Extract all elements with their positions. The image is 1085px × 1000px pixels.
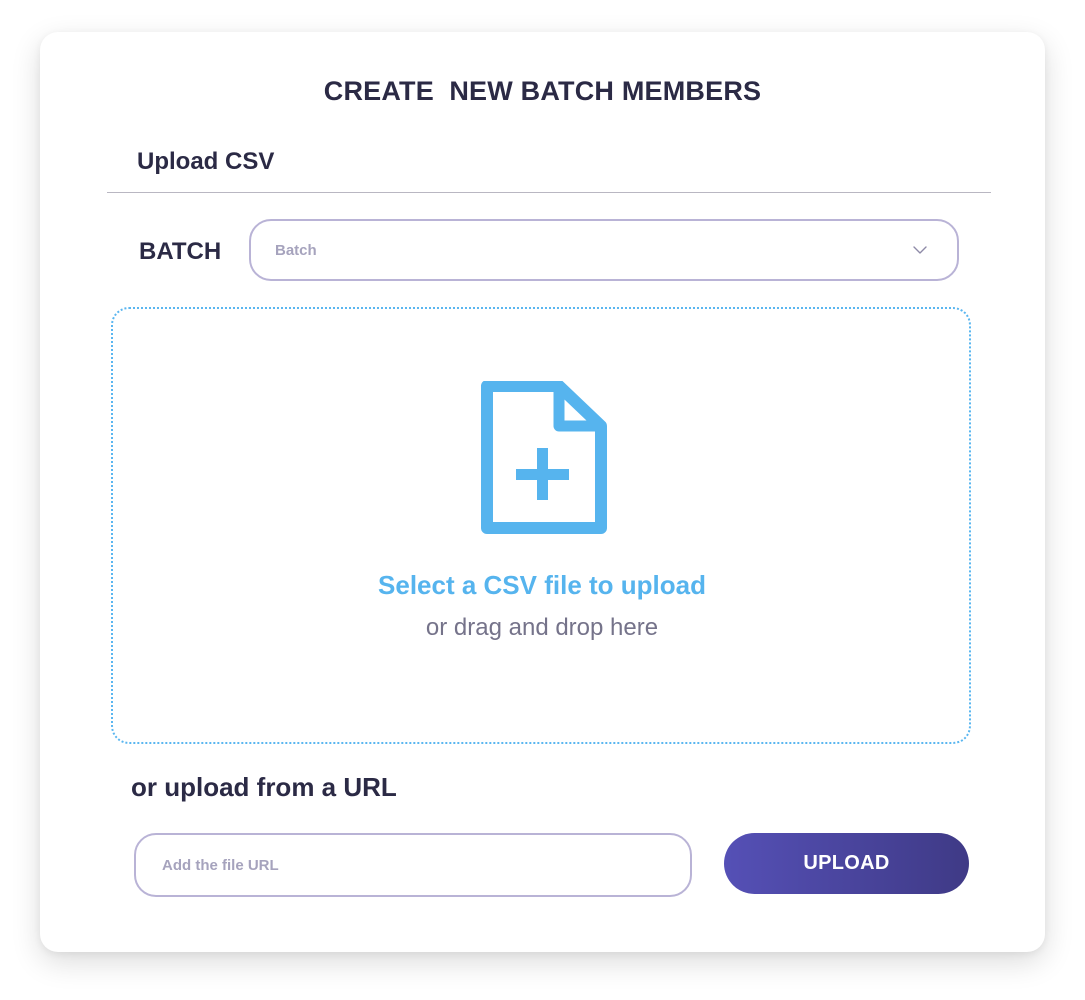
file-url-input[interactable]	[134, 833, 692, 897]
section-divider	[107, 192, 991, 193]
url-upload-heading: or upload from a URL	[131, 772, 397, 802]
csv-dropzone[interactable]: Select a CSV file to upload or drag and …	[111, 307, 971, 744]
select-csv-prompt[interactable]: Select a CSV file to upload	[113, 570, 971, 601]
file-plus-icon	[481, 381, 607, 534]
drag-drop-hint: or drag and drop here	[425, 614, 659, 641]
upload-csv-heading: Upload CSV	[137, 148, 275, 175]
upload-button[interactable]: UPLOAD	[724, 833, 969, 894]
batch-label: BATCH	[139, 238, 222, 265]
batch-select-value: Batch	[275, 242, 317, 259]
batch-select[interactable]: Batch	[249, 219, 959, 281]
chevron-down-icon	[913, 246, 927, 254]
page-title: CREATE NEW BATCH MEMBERS	[323, 76, 762, 106]
